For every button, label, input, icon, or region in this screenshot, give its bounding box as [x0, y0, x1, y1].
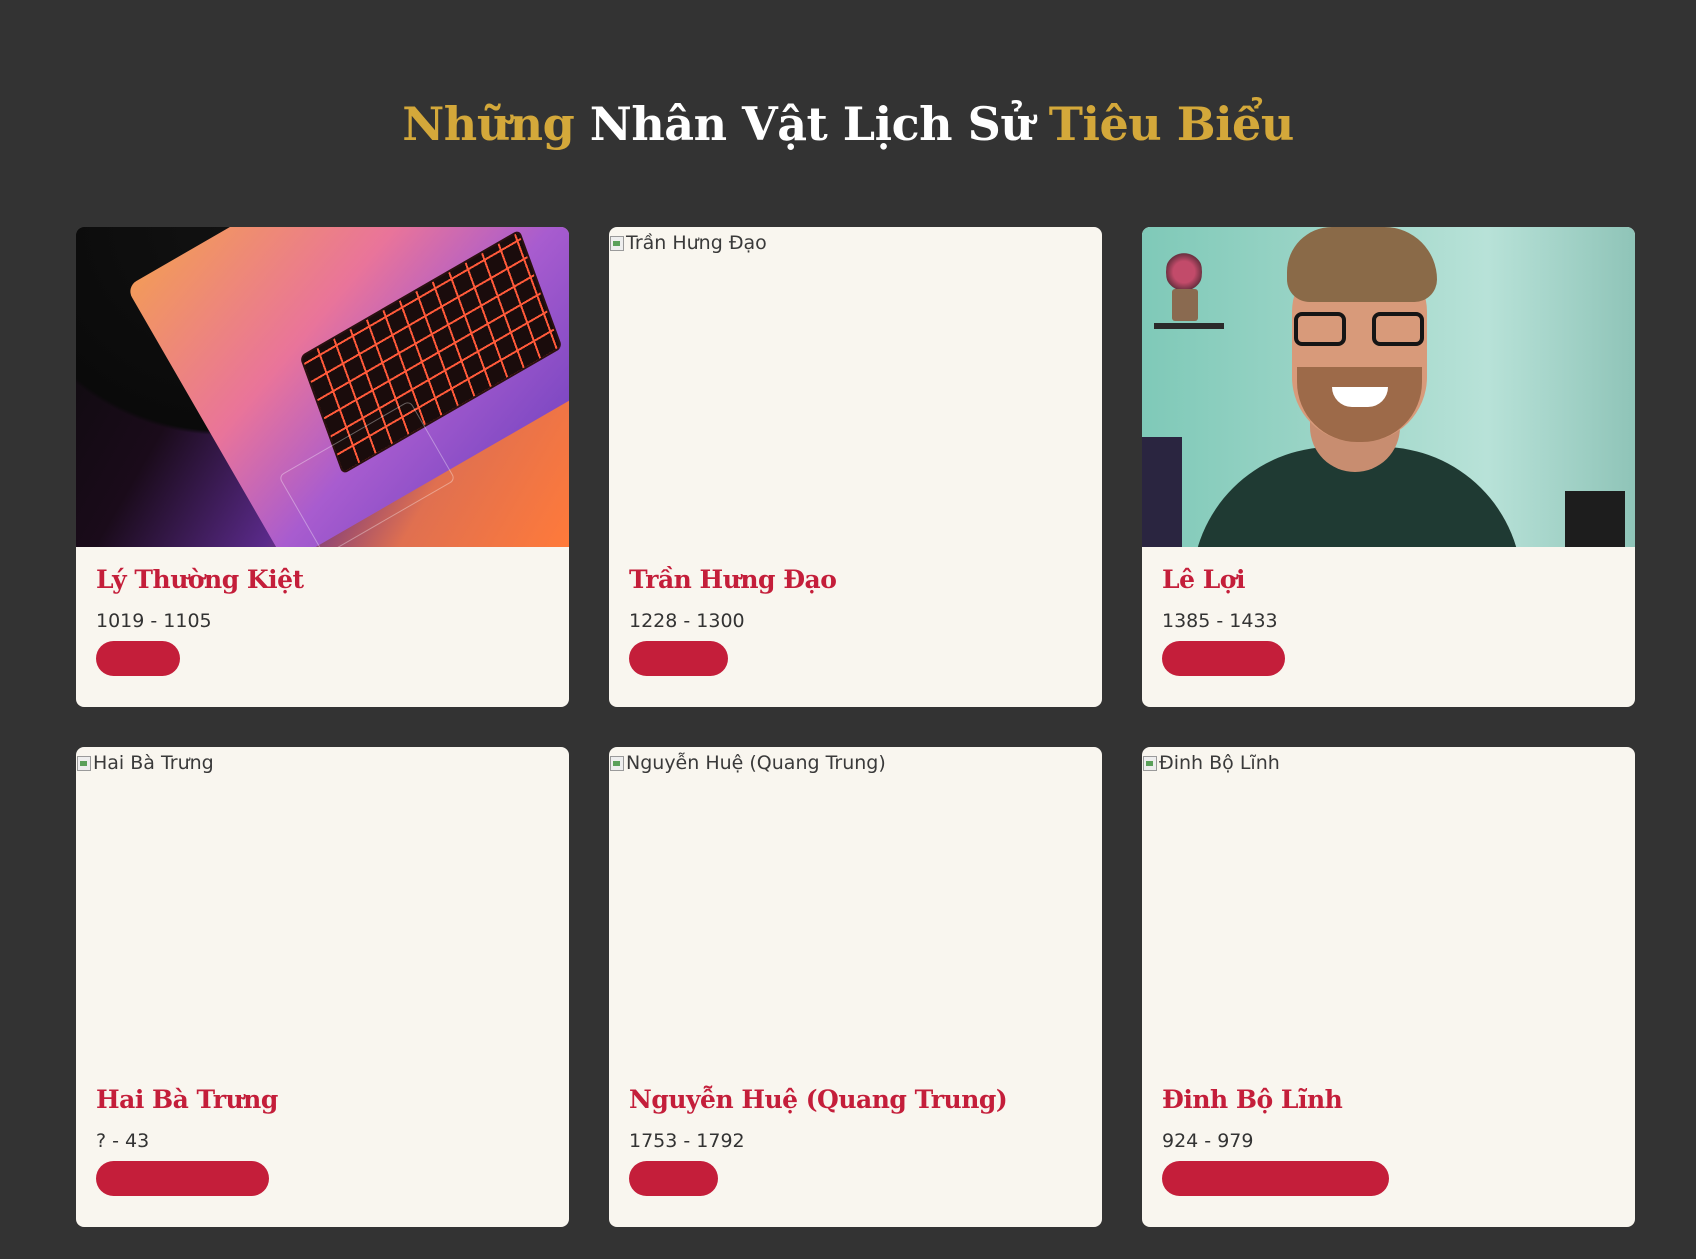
- figure-image: Trần Hưng Đạo: [609, 227, 1102, 547]
- figure-years: 1753 - 1792: [629, 1130, 745, 1152]
- figure-name[interactable]: Lý Thường Kiệt: [96, 565, 304, 594]
- figure-pill-button[interactable]: [629, 1161, 718, 1196]
- figure-image: Nguyễn Huệ (Quang Trung): [609, 747, 1102, 1067]
- figure-name[interactable]: Đinh Bộ Lĩnh: [1162, 1085, 1343, 1114]
- broken-image-icon: [1142, 755, 1158, 771]
- figure-name[interactable]: Lê Lợi: [1162, 565, 1245, 594]
- title-middle: Nhân Vật Lịch Sử: [589, 97, 1034, 151]
- image-alt-text: Đinh Bộ Lĩnh: [1159, 752, 1280, 774]
- figure-years: 1385 - 1433: [1162, 610, 1278, 632]
- broken-image-icon: [76, 755, 92, 771]
- figure-years: ? - 43: [96, 1130, 150, 1152]
- title-highlight-start: Những: [402, 97, 575, 151]
- title-highlight-end: Tiêu Biểu: [1048, 97, 1295, 151]
- figure-card[interactable]: Trần Hưng Đạo Trần Hưng Đạo 1228 - 1300: [609, 227, 1102, 707]
- broken-image-placeholder: Đinh Bộ Lĩnh: [1142, 751, 1280, 775]
- broken-image-placeholder: Hai Bà Trưng: [76, 751, 214, 775]
- figure-image: Hai Bà Trưng: [76, 747, 569, 1067]
- broken-image-placeholder: Trần Hưng Đạo: [609, 231, 767, 255]
- image-alt-text: Trần Hưng Đạo: [626, 232, 767, 254]
- figure-card[interactable]: Hai Bà Trưng Hai Bà Trưng ? - 43: [76, 747, 569, 1227]
- figure-card[interactable]: Nguyễn Huệ (Quang Trung) Nguyễn Huệ (Qua…: [609, 747, 1102, 1227]
- figure-pill-button[interactable]: [96, 641, 180, 676]
- broken-image-icon: [609, 755, 625, 771]
- figure-card[interactable]: Đinh Bộ Lĩnh Đinh Bộ Lĩnh 924 - 979: [1142, 747, 1635, 1227]
- figure-pill-button[interactable]: [96, 1161, 269, 1196]
- image-alt-text: Nguyễn Huệ (Quang Trung): [626, 752, 886, 774]
- figure-name[interactable]: Hai Bà Trưng: [96, 1085, 278, 1114]
- figure-image: [76, 227, 569, 547]
- figure-pill-button[interactable]: [1162, 641, 1285, 676]
- figure-card[interactable]: Lê Lợi 1385 - 1433: [1142, 227, 1635, 707]
- figure-years: 1019 - 1105: [96, 610, 212, 632]
- broken-image-icon: [609, 235, 625, 251]
- broken-image-placeholder: Nguyễn Huệ (Quang Trung): [609, 751, 886, 775]
- figure-years: 1228 - 1300: [629, 610, 745, 632]
- laptop-photo: [76, 227, 569, 547]
- figures-grid: Lý Thường Kiệt 1019 - 1105 Trần Hưng Đạo…: [76, 227, 1636, 1227]
- figure-card[interactable]: Lý Thường Kiệt 1019 - 1105: [76, 227, 569, 707]
- person-photo: [1142, 227, 1635, 547]
- page-title: Những Nhân Vật Lịch Sử Tiêu Biểu: [0, 92, 1696, 156]
- figure-image: [1142, 227, 1635, 547]
- figure-image: Đinh Bộ Lĩnh: [1142, 747, 1635, 1067]
- figure-name[interactable]: Trần Hưng Đạo: [629, 565, 837, 594]
- figure-years: 924 - 979: [1162, 1130, 1254, 1152]
- figure-name[interactable]: Nguyễn Huệ (Quang Trung): [629, 1085, 1008, 1114]
- image-alt-text: Hai Bà Trưng: [93, 752, 214, 774]
- figure-pill-button[interactable]: [629, 641, 728, 676]
- figure-pill-button[interactable]: [1162, 1161, 1389, 1196]
